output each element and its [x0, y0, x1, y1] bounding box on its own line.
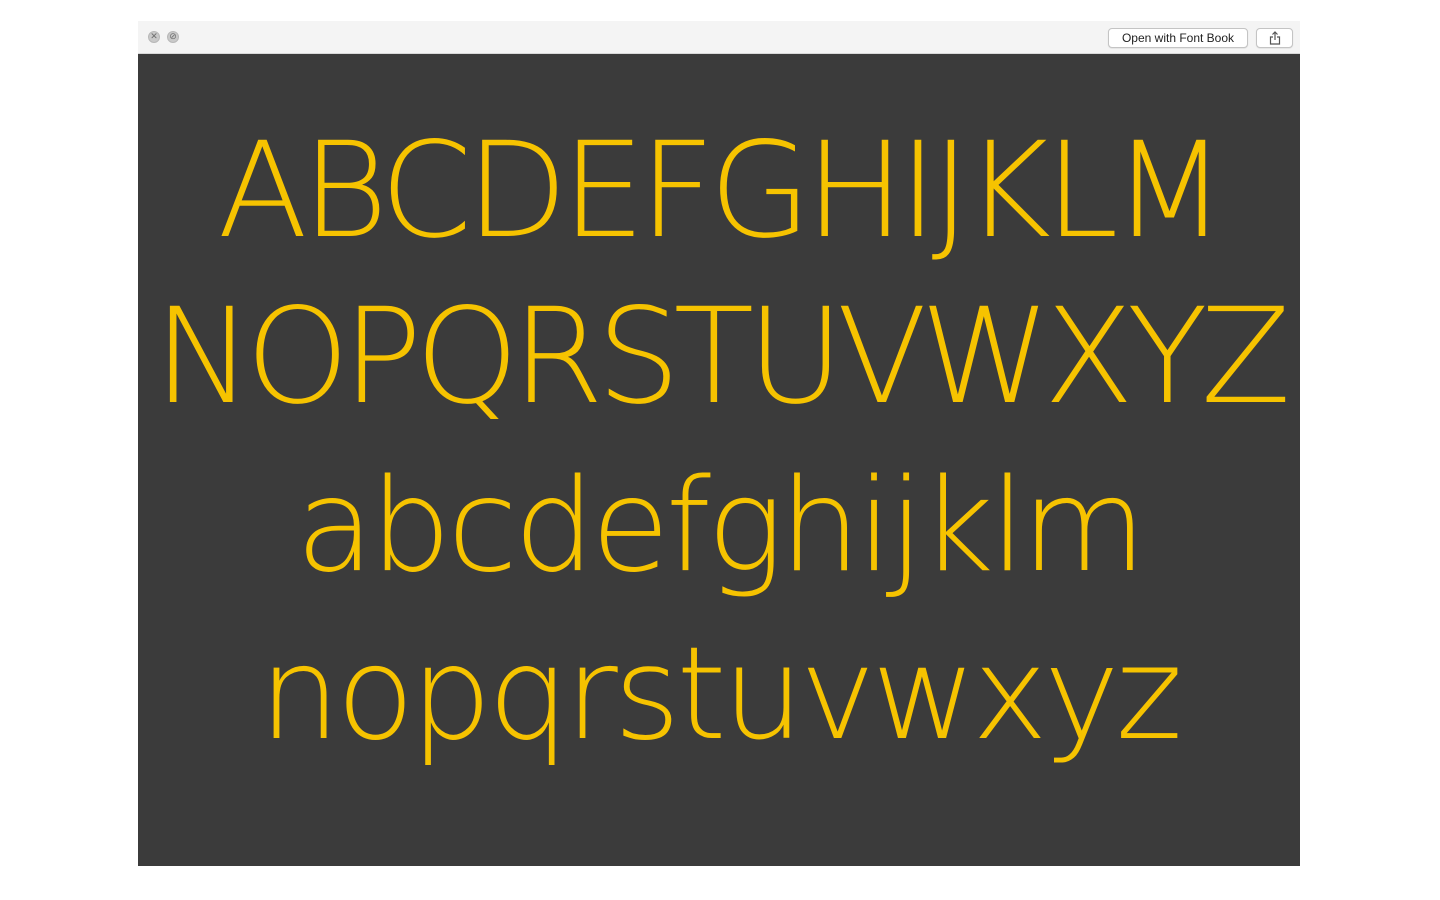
- uppercase-line-2: NOPQRSTUVWXYZ: [153, 280, 1291, 434]
- lowercase-line-2: nopqrstuvwxyz: [259, 620, 1183, 769]
- share-icon: [1269, 31, 1280, 45]
- quicklook-window: ✕ ⊘ Open with Font Book ABCDEFGHIJKLM NO…: [138, 21, 1300, 866]
- fullscreen-icon[interactable]: ⊘: [167, 31, 179, 43]
- share-button[interactable]: [1256, 28, 1293, 48]
- uppercase-line-1: ABCDEFGHIJKLM: [217, 114, 1227, 268]
- font-preview-area: ABCDEFGHIJKLM NOPQRSTUVWXYZ abcdefghijkl…: [138, 54, 1300, 866]
- close-icon[interactable]: ✕: [148, 31, 160, 43]
- open-with-font-book-button[interactable]: Open with Font Book: [1108, 28, 1248, 48]
- title-bar: ✕ ⊘ Open with Font Book: [138, 21, 1300, 54]
- lowercase-line-1: abcdefghijklm: [295, 452, 1147, 601]
